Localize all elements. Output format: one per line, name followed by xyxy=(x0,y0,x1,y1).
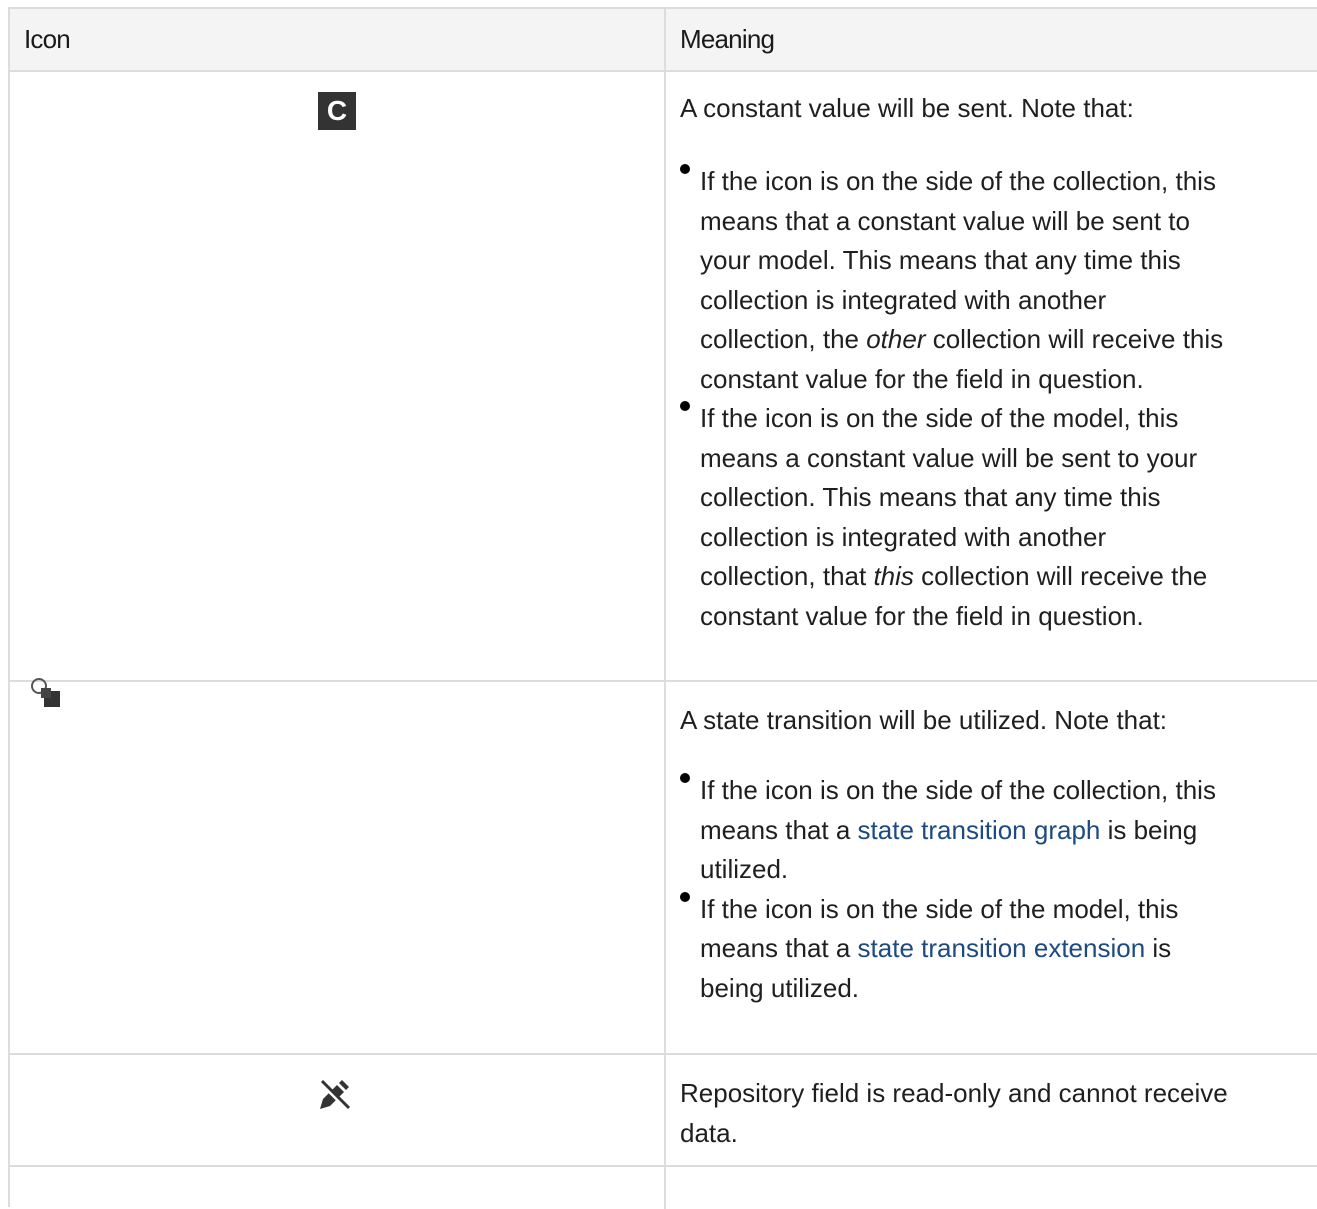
row3-text: Repository field is read-only and cannot… xyxy=(680,1078,1228,1148)
emphasis-text: other xyxy=(866,324,926,354)
row-divider xyxy=(10,680,1317,682)
row1-bullet-list: If the icon is on the side of the collec… xyxy=(680,162,1305,636)
constant-c-icon: C xyxy=(318,92,356,130)
icon-legend-table: Icon Meaning C A constant value will be … xyxy=(8,7,1317,1209)
bullet-icon xyxy=(680,891,690,902)
list-item: If the icon is on the side of the collec… xyxy=(680,162,1305,399)
row1-intro: A constant value will be sent. Note that… xyxy=(680,93,1134,123)
bullet-icon xyxy=(680,401,690,411)
list-item: If the icon is on the side of the model,… xyxy=(680,890,1305,1009)
header-meaning-column: Meaning xyxy=(680,24,775,54)
row-divider xyxy=(10,1053,1317,1055)
header-icon-column: Icon xyxy=(24,24,71,54)
emphasis-text: this xyxy=(873,561,914,591)
row-divider xyxy=(10,70,1317,72)
bullet-icon xyxy=(680,773,690,783)
list-item: If the icon is on the side of the model,… xyxy=(680,399,1305,636)
row-divider xyxy=(10,1165,1317,1167)
state-transition-extension-link[interactable]: state transition extension xyxy=(858,933,1146,963)
state-transition-icon xyxy=(31,678,60,707)
list-item: If the icon is on the side of the collec… xyxy=(680,771,1305,890)
column-divider xyxy=(664,9,666,1209)
row2-bullet-list: If the icon is on the side of the collec… xyxy=(680,771,1305,1008)
row2-intro: A state transition will be utilized. Not… xyxy=(680,705,1168,735)
bullet-icon xyxy=(680,164,690,174)
state-transition-graph-link[interactable]: state transition graph xyxy=(858,815,1101,845)
pencil-off-icon xyxy=(318,1079,351,1111)
